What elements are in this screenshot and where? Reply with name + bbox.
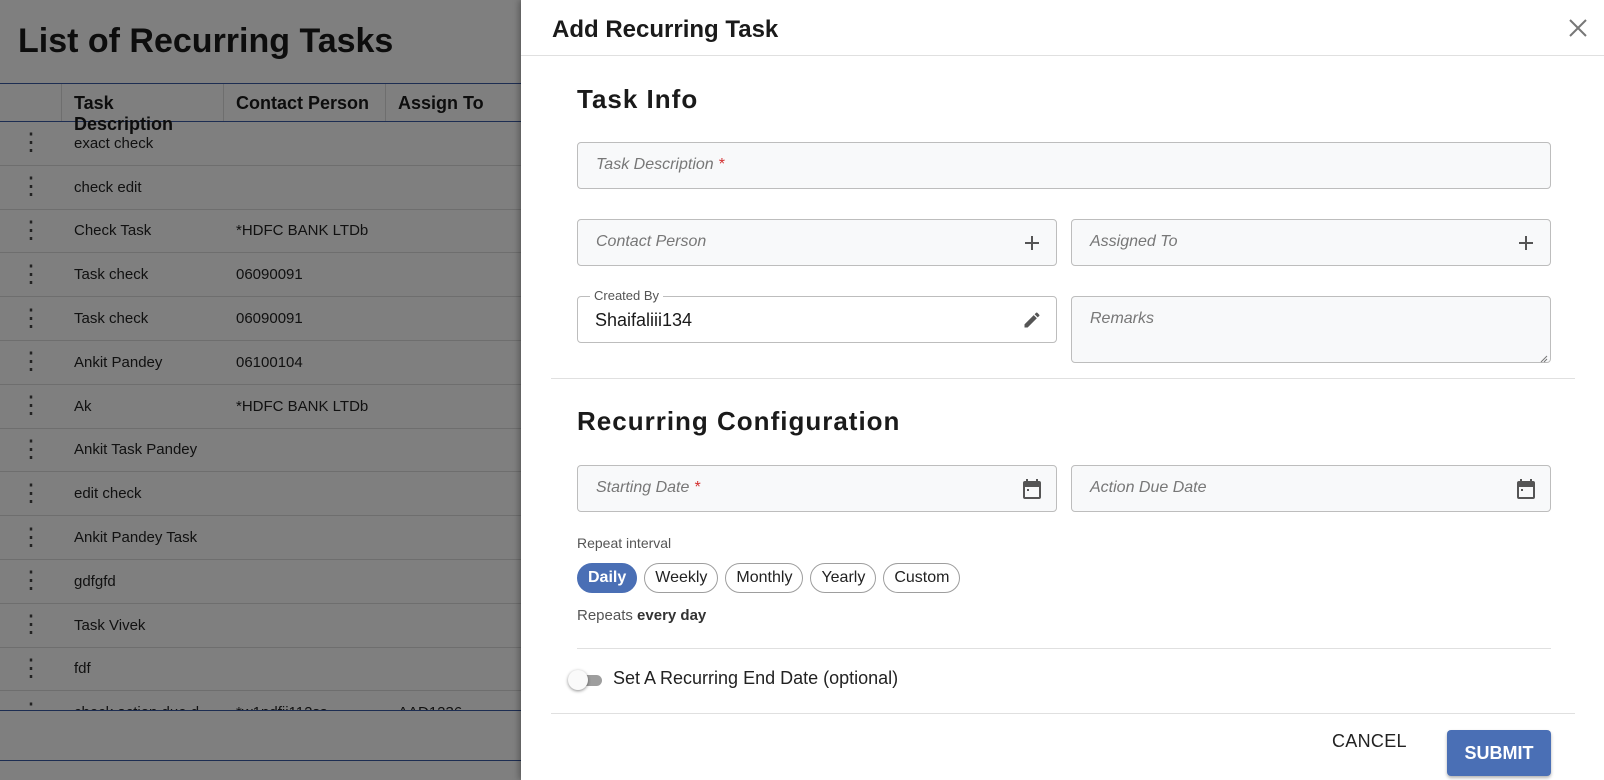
edit-pencil-icon[interactable] <box>1020 308 1044 332</box>
created-by-field[interactable]: Created By Shaifaliii134 <box>577 288 1057 343</box>
task-info-heading: Task Info <box>577 84 699 114</box>
interval-chip-daily[interactable]: Daily <box>577 563 638 593</box>
starting-date-field[interactable]: Starting Date * <box>577 465 1057 512</box>
toggle-thumb <box>568 670 588 690</box>
add-recurring-task-drawer: Add Recurring Task Task Info Task Descri… <box>521 0 1604 780</box>
calendar-icon[interactable] <box>1514 477 1538 501</box>
task-description-placeholder: Task Description * <box>596 156 725 173</box>
interval-chip-yearly[interactable]: Yearly <box>810 563 877 593</box>
created-by-value: Shaifaliii134 <box>595 310 693 330</box>
recurring-end-date-toggle[interactable] <box>568 669 602 691</box>
footer-divider <box>551 713 1575 714</box>
resize-handle-icon[interactable] <box>1538 350 1548 363</box>
created-by-label: Created By <box>590 288 664 303</box>
interval-chip-weekly[interactable]: Weekly <box>644 563 719 593</box>
task-description-field[interactable]: Task Description * <box>577 142 1551 189</box>
remarks-placeholder: Remarks <box>1090 310 1155 327</box>
repeat-interval-chips: Daily Weekly Monthly Yearly Custom <box>577 563 961 593</box>
add-contact-icon[interactable] <box>1020 231 1044 255</box>
remarks-textarea[interactable]: Remarks <box>1071 296 1551 363</box>
action-due-date-placeholder: Action Due Date <box>1090 479 1207 496</box>
recurring-configuration-heading: Recurring Configuration <box>577 406 901 436</box>
repeats-summary: Repeats every day <box>577 607 707 624</box>
drawer-title: Add Recurring Task <box>552 16 779 43</box>
action-due-date-field[interactable]: Action Due Date <box>1071 465 1551 512</box>
contact-person-field[interactable]: Contact Person <box>577 219 1057 266</box>
recurring-end-date-label: Set A Recurring End Date (optional) <box>613 668 899 688</box>
assigned-to-placeholder: Assigned To <box>1090 233 1178 250</box>
contact-person-placeholder: Contact Person <box>596 233 707 250</box>
cancel-button[interactable]: CANCEL <box>1332 731 1407 752</box>
starting-date-placeholder: Starting Date * <box>596 479 701 496</box>
calendar-icon[interactable] <box>1020 477 1044 501</box>
config-divider <box>577 648 1551 649</box>
add-assignee-icon[interactable] <box>1514 231 1538 255</box>
interval-chip-monthly[interactable]: Monthly <box>725 563 804 593</box>
interval-chip-custom[interactable]: Custom <box>883 563 961 593</box>
repeat-interval-label: Repeat interval <box>577 535 672 551</box>
close-icon[interactable] <box>1566 16 1590 40</box>
assigned-to-field[interactable]: Assigned To <box>1071 219 1551 266</box>
submit-button[interactable]: SUBMIT <box>1447 730 1551 776</box>
section-divider <box>551 378 1575 379</box>
drawer-header: Add Recurring Task <box>521 0 1604 56</box>
